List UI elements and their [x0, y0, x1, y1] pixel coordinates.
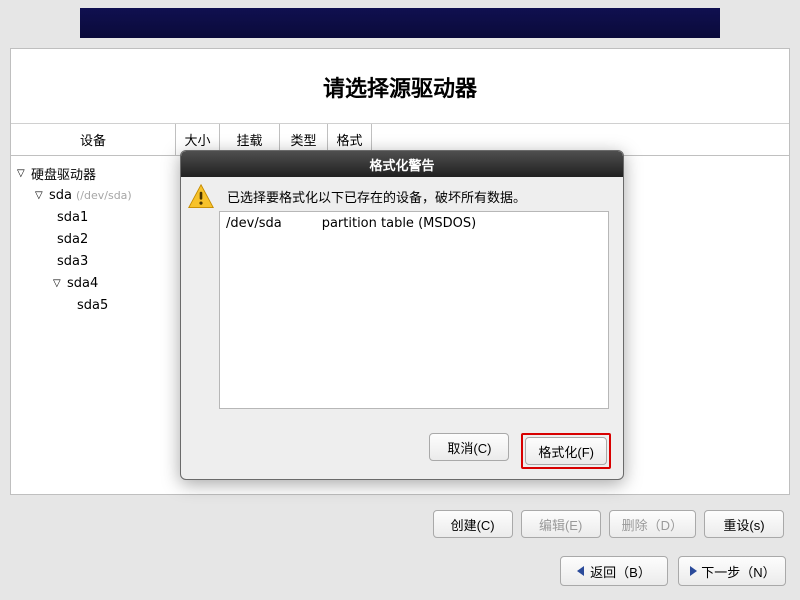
dialog-body: 已选择要格式化以下已存在的设备，破坏所有数据。 /dev/sda partiti…: [181, 177, 623, 479]
tree-label: 硬盘驱动器: [31, 164, 96, 183]
back-label: 返回（B）: [590, 562, 651, 581]
tree-label: sda1: [57, 210, 88, 225]
warning-icon: [187, 183, 215, 211]
col-device[interactable]: 设备: [11, 124, 176, 155]
device-list: /dev/sda partition table (MSDOS): [219, 211, 609, 409]
nav-row: 返回（B） 下一步（N）: [560, 556, 786, 586]
reset-button[interactable]: 重设(s): [704, 510, 784, 538]
next-button[interactable]: 下一步（N）: [678, 556, 786, 586]
chevron-down-icon[interactable]: ▽: [35, 190, 45, 201]
dialog-title: 格式化警告: [181, 151, 623, 177]
cancel-button[interactable]: 取消(C): [429, 433, 509, 461]
page-title: 请选择源驱动器: [11, 49, 789, 124]
format-warning-dialog: 格式化警告 已选择要格式化以下已存在的设备，破坏所有数据。 /dev/sda p…: [180, 150, 624, 480]
delete-button: 删除（D）: [609, 510, 696, 538]
chevron-down-icon[interactable]: ▽: [17, 168, 27, 179]
device-path: (/dev/sda): [76, 189, 132, 202]
tree-label: sda3: [57, 254, 88, 269]
top-banner: [80, 8, 720, 38]
device-detail: partition table (MSDOS): [322, 216, 476, 231]
tree-label: sda5: [77, 298, 108, 313]
tree-label: sda2: [57, 232, 88, 247]
back-button[interactable]: 返回（B）: [560, 556, 668, 586]
create-button[interactable]: 创建(C): [433, 510, 513, 538]
highlight-frame: 格式化(F): [521, 433, 611, 469]
edit-button: 编辑(E): [521, 510, 601, 538]
arrow-right-icon: [690, 566, 697, 576]
action-row: 创建(C) 编辑(E) 删除（D） 重设(s): [10, 510, 790, 540]
next-label: 下一步（N）: [701, 562, 775, 581]
device-name: /dev/sda: [226, 216, 282, 231]
arrow-left-icon: [577, 566, 584, 576]
dialog-buttons: 取消(C) 格式化(F): [429, 433, 611, 469]
dialog-message: 已选择要格式化以下已存在的设备，破坏所有数据。: [227, 185, 609, 206]
tree-label: sda4: [67, 276, 98, 291]
list-item: /dev/sda partition table (MSDOS): [226, 216, 602, 231]
chevron-down-icon[interactable]: ▽: [53, 278, 63, 289]
tree-label: sda: [49, 188, 72, 203]
format-button[interactable]: 格式化(F): [525, 437, 607, 465]
